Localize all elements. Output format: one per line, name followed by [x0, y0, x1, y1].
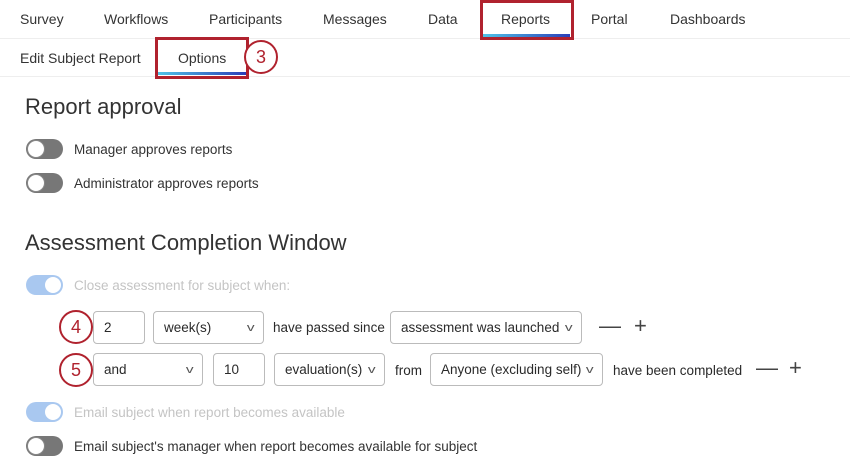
amount-value: 2: [104, 320, 112, 335]
tab-data[interactable]: Data: [428, 11, 458, 27]
tab-survey[interactable]: Survey: [20, 11, 64, 27]
unit-value: week(s): [164, 320, 212, 335]
from-text: from: [395, 363, 422, 378]
add-row1-button[interactable]: +: [634, 313, 647, 339]
close-assessment-toggle[interactable]: [26, 275, 63, 295]
conj-value: and: [104, 362, 127, 377]
manager-approves-label: Manager approves reports: [74, 142, 233, 157]
admin-approves-label: Administrator approves reports: [74, 176, 259, 191]
type-value: evaluation(s): [285, 362, 363, 377]
conjunction-select[interactable]: and v: [93, 353, 203, 386]
who-value: Anyone (excluding self): [441, 362, 582, 377]
tab-workflows[interactable]: Workflows: [104, 11, 168, 27]
type-select[interactable]: evaluation(s) v: [274, 353, 385, 386]
email-manager-label: Email subject's manager when report beco…: [74, 439, 478, 454]
subtab-edit-subject-report[interactable]: Edit Subject Report: [20, 50, 141, 66]
tab-participants[interactable]: Participants: [209, 11, 282, 27]
acw-heading: Assessment Completion Window: [25, 230, 347, 255]
remove-row2-button[interactable]: —: [756, 355, 778, 381]
callout-4: 4: [59, 310, 93, 344]
chevron-down-icon: v: [246, 321, 255, 334]
chevron-down-icon: v: [185, 363, 194, 376]
unit-select[interactable]: week(s) v: [153, 311, 264, 344]
subtab-divider: [0, 76, 850, 77]
amount-input[interactable]: 2: [93, 311, 145, 344]
since-select[interactable]: assessment was launched v: [390, 311, 582, 344]
manager-approves-toggle[interactable]: [26, 139, 63, 159]
close-assessment-label: Close assessment for subject when:: [74, 278, 291, 293]
tabbar-divider: [0, 38, 850, 39]
who-select[interactable]: Anyone (excluding self) v: [430, 353, 603, 386]
since-value: assessment was launched: [401, 320, 560, 335]
callout-5: 5: [59, 353, 93, 387]
chevron-down-icon: v: [585, 363, 594, 376]
tab-portal[interactable]: Portal: [591, 11, 628, 27]
have-passed-text: have passed since: [273, 320, 385, 335]
count-input[interactable]: 10: [213, 353, 265, 386]
add-row2-button[interactable]: +: [789, 355, 802, 381]
chevron-down-icon: v: [367, 363, 376, 376]
highlight-options: [155, 37, 249, 79]
tab-messages[interactable]: Messages: [323, 11, 387, 27]
email-subject-label: Email subject when report becomes availa…: [74, 405, 345, 420]
report-approval-heading: Report approval: [25, 94, 182, 119]
tab-dashboards[interactable]: Dashboards: [670, 11, 746, 27]
admin-approves-toggle[interactable]: [26, 173, 63, 193]
email-manager-toggle[interactable]: [26, 436, 63, 456]
completed-text: have been completed: [613, 363, 743, 378]
chevron-down-icon: v: [564, 321, 573, 334]
highlight-reports: [480, 0, 574, 40]
email-subject-toggle[interactable]: [26, 402, 63, 422]
remove-row1-button[interactable]: —: [599, 313, 621, 339]
count-value: 10: [224, 362, 240, 377]
callout-3: 3: [244, 40, 278, 74]
